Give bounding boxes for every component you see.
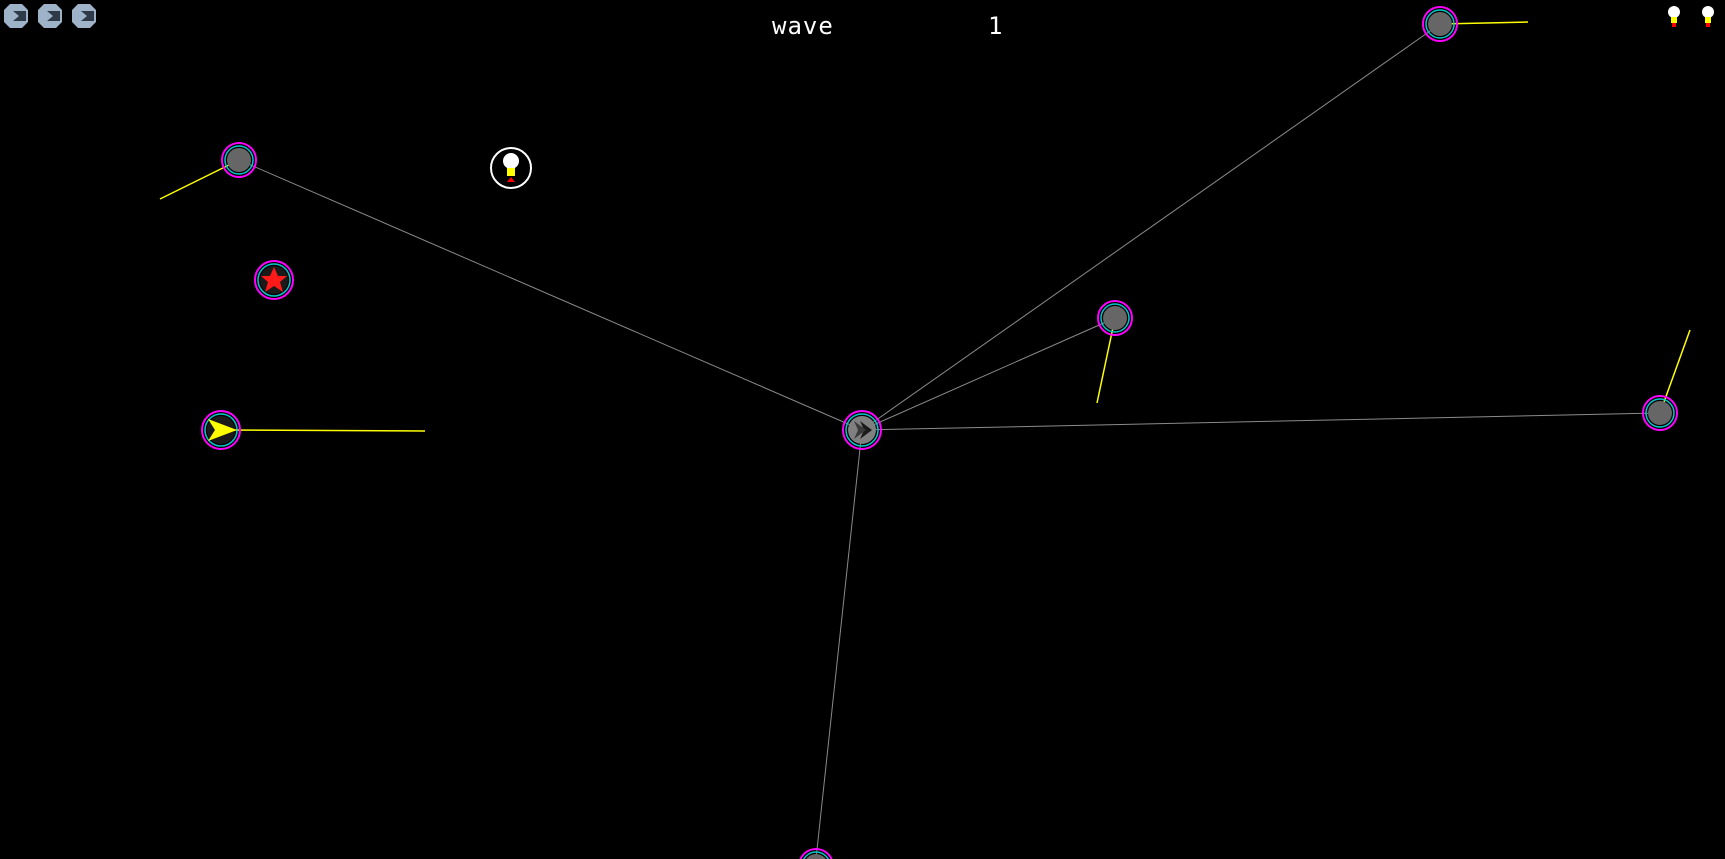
lives-indicator bbox=[4, 4, 96, 28]
link-line bbox=[815, 429, 863, 859]
laser-beam bbox=[159, 159, 240, 200]
turret-node[interactable] bbox=[1422, 6, 1458, 42]
hub-node[interactable] bbox=[842, 410, 882, 450]
link-line bbox=[238, 159, 863, 431]
turret-node[interactable] bbox=[799, 848, 833, 859]
laser-beams bbox=[159, 21, 1691, 432]
bomb-icon bbox=[1668, 6, 1680, 27]
link-line bbox=[861, 412, 1661, 431]
laser-beam bbox=[1096, 317, 1116, 404]
bomb-icon bbox=[1702, 6, 1714, 27]
cube-icon bbox=[72, 4, 96, 28]
enemy-star[interactable] bbox=[254, 260, 294, 300]
cube-icon bbox=[4, 4, 28, 28]
laser-beam bbox=[220, 429, 426, 432]
bomb-pickup-icon[interactable] bbox=[490, 147, 532, 189]
bombs-indicator bbox=[1668, 6, 1714, 27]
turret-node[interactable] bbox=[1642, 395, 1678, 431]
link-line bbox=[861, 23, 1441, 431]
cube-icon bbox=[38, 4, 62, 28]
turret-node[interactable] bbox=[1097, 300, 1133, 336]
game-canvas[interactable] bbox=[0, 0, 1725, 859]
laser-beam bbox=[1659, 329, 1691, 414]
link-line bbox=[861, 317, 1116, 431]
player-ship[interactable] bbox=[201, 410, 241, 450]
node-links bbox=[238, 23, 1661, 859]
turret-node[interactable] bbox=[221, 142, 257, 178]
